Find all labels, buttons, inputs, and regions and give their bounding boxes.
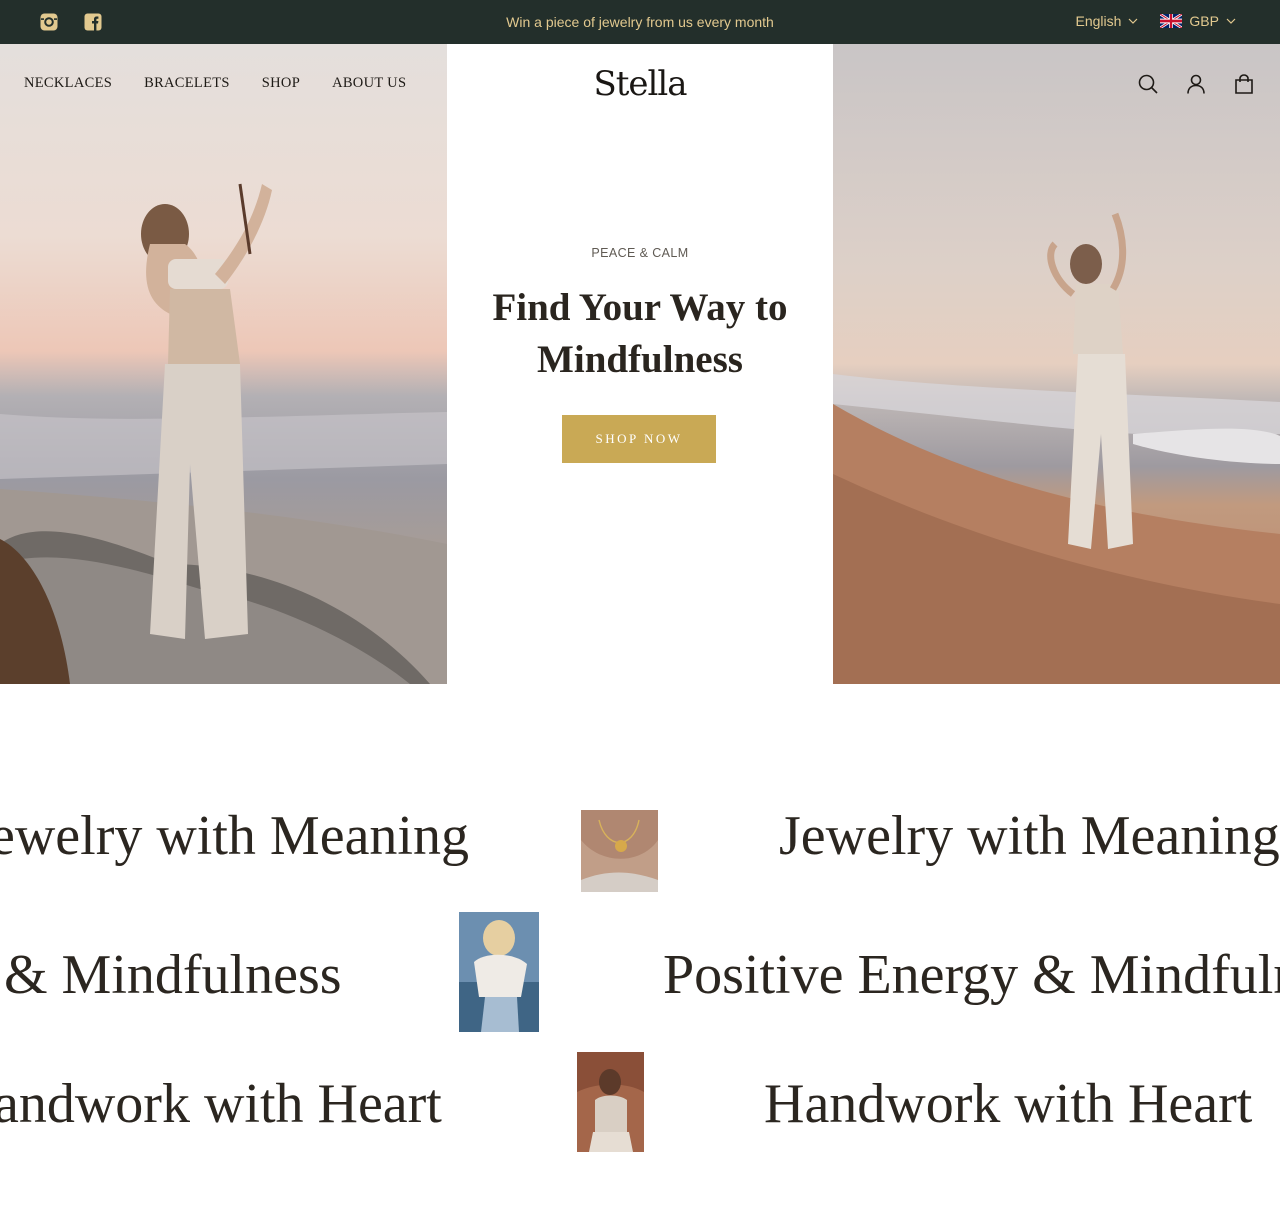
marquee-text: & Mindfulness	[4, 944, 342, 1006]
portrait-thumbnail	[577, 1052, 644, 1152]
hero-content: Stella PEACE & CALM Find Your Way to Min…	[447, 44, 833, 684]
necklace-thumbnail	[581, 810, 658, 892]
account-icon[interactable]	[1186, 74, 1206, 94]
language-selector[interactable]: English	[1076, 13, 1139, 29]
hero-headline: Find Your Way to Mindfulness	[447, 282, 833, 386]
marquee-text: Positive Energy & Mindfulness	[663, 944, 1280, 1006]
nav-item-bracelets[interactable]: BRACELETS	[144, 75, 230, 92]
chevron-down-icon	[1226, 18, 1236, 24]
marquee-text: andwork with Heart	[0, 1073, 442, 1135]
hero-headline-line-1: Find Your Way to	[492, 286, 788, 329]
marquee-text: Handwork with Heart	[764, 1073, 1253, 1135]
currency-label: GBP	[1189, 13, 1219, 29]
marquee-text: Jewelry with Meaning	[779, 805, 1280, 867]
hero-image-left: NECKLACES BRACELETS SHOP ABOUT US	[0, 44, 447, 684]
uk-flag-icon	[1160, 14, 1183, 28]
search-icon[interactable]	[1138, 74, 1158, 94]
announcement-bar: Win a piece of jewelry from us every mon…	[0, 0, 1280, 44]
nav-item-necklaces[interactable]: NECKLACES	[24, 75, 112, 92]
cart-icon[interactable]	[1234, 74, 1254, 94]
language-label: English	[1075, 13, 1122, 29]
model-thumbnail	[459, 912, 539, 1032]
marquee-text: ewelry with Meaning	[0, 805, 469, 867]
logo[interactable]: Stella	[447, 64, 833, 104]
main-nav: NECKLACES BRACELETS SHOP ABOUT US	[24, 75, 406, 92]
hero-section: NECKLACES BRACELETS SHOP ABOUT US Stella…	[0, 44, 1280, 684]
currency-selector[interactable]: GBP	[1160, 13, 1236, 29]
nav-item-shop[interactable]: SHOP	[262, 75, 300, 92]
shop-now-button[interactable]: SHOP NOW	[562, 415, 716, 463]
hero-headline-line-2: Mindfulness	[537, 338, 743, 381]
hero-image-right	[833, 44, 1280, 684]
chevron-down-icon	[1128, 18, 1138, 24]
nav-item-about-us[interactable]: ABOUT US	[332, 75, 406, 92]
hero-eyebrow: PEACE & CALM	[591, 246, 689, 260]
header-icons	[1138, 74, 1254, 94]
marquee-section: ewelry with Meaning Jewelry with Meaning…	[0, 684, 1280, 1218]
locale-selectors: English GBP	[1076, 13, 1237, 29]
